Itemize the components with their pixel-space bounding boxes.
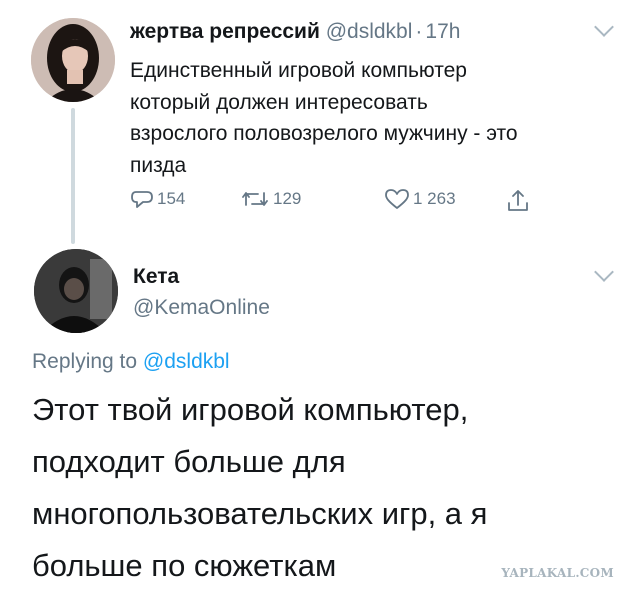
- retweet-icon: [242, 192, 268, 206]
- tweet-text: Единственный игровой компьютер который д…: [130, 55, 600, 181]
- replying-prefix: Replying to: [32, 350, 138, 373]
- tweet-timestamp[interactable]: 17h: [425, 20, 460, 43]
- retweet-count: 129: [273, 189, 302, 208]
- tweet-text-line: взрослого половозрелого мужчину - это: [130, 122, 518, 145]
- like-count: 1 263: [413, 189, 456, 208]
- share-icon: [508, 190, 528, 211]
- avatar[interactable]: [34, 249, 118, 333]
- tweet-text-line: Единственный игровой компьютер: [130, 59, 467, 82]
- author-handle[interactable]: @dsldkbl: [326, 20, 413, 43]
- avatar-photo-icon: [31, 18, 115, 102]
- reply-count: 154: [157, 189, 186, 208]
- tweet-actions: 154 129 1 263: [130, 188, 550, 218]
- author-name[interactable]: жертва репрессий: [130, 20, 320, 43]
- chevron-down-icon[interactable]: [594, 262, 614, 282]
- mention-link[interactable]: @dsldkbl: [143, 350, 230, 373]
- tweet-text-line: подходит больше для: [32, 444, 346, 479]
- author-name[interactable]: Кета: [133, 265, 179, 289]
- reply-button[interactable]: 154: [130, 188, 185, 210]
- watermark: YAPLAKAL.COM: [501, 566, 614, 580]
- replying-to: Replying to @dsldkbl: [32, 350, 230, 374]
- tweet-text: Этот твой игровой компьютер, подходит бо…: [32, 384, 612, 592]
- reply-icon: [131, 191, 153, 208]
- share-button[interactable]: [506, 188, 533, 214]
- tweet-text-line: который должен интересовать: [130, 90, 428, 114]
- tweet-text-line: Этот твой игровой компьютер,: [32, 392, 469, 427]
- tweet-original: жертва репрессий @dsldkbl · 17h Единственн…: [0, 0, 640, 240]
- avatar-photo-icon: [34, 249, 118, 333]
- tweet-header: жертва репрессий @dsldkbl · 17h: [130, 20, 460, 44]
- tweet-text-line: пизда: [130, 153, 187, 177]
- tweet-text-line: многопользовательских игр, а я: [32, 496, 488, 531]
- chevron-down-icon[interactable]: [594, 17, 614, 37]
- like-button[interactable]: 1 263: [384, 188, 456, 210]
- avatar[interactable]: [31, 18, 115, 102]
- retweet-button[interactable]: 129: [240, 188, 301, 210]
- heart-icon: [385, 189, 409, 209]
- author-handle[interactable]: @KemaOnline: [133, 296, 270, 320]
- separator-dot: ·: [415, 20, 423, 43]
